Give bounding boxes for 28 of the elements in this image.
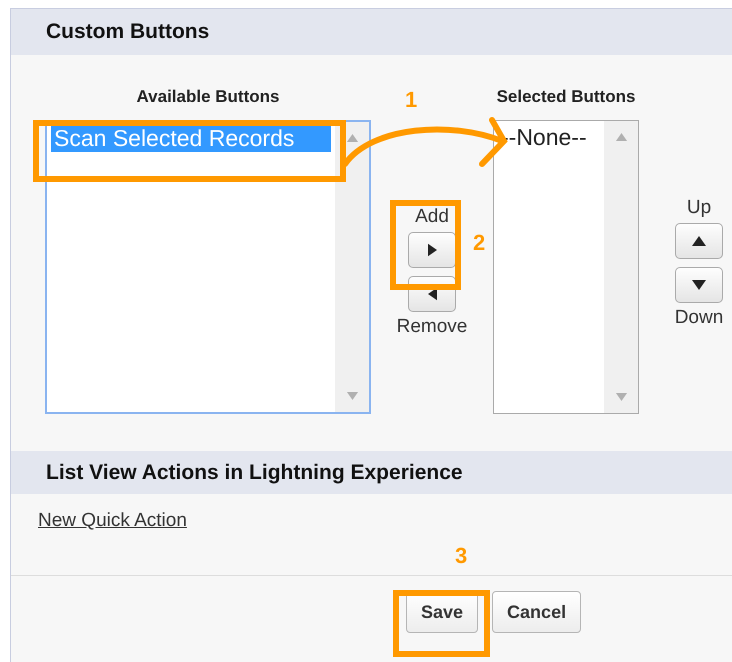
- scrollbar[interactable]: [335, 122, 369, 412]
- up-label: Up: [686, 197, 712, 219]
- down-button[interactable]: [675, 267, 723, 303]
- step-number: 1: [405, 88, 418, 112]
- scroll-down-icon: [614, 393, 628, 401]
- list-label: Selected Buttons: [496, 87, 636, 108]
- down-triangle-icon: [691, 280, 707, 290]
- left-triangle-icon: [428, 287, 436, 301]
- list-label: Available Buttons: [136, 87, 280, 108]
- down-label: Down: [674, 307, 724, 329]
- footer-button[interactable]: Cancel: [492, 591, 582, 633]
- scroll-down-icon: [346, 392, 358, 400]
- scroll-up-icon: [614, 133, 628, 141]
- list-option[interactable]: --None--: [498, 124, 600, 151]
- section-header: List View Actions in Lightning Experience: [11, 451, 732, 494]
- up-button[interactable]: [675, 223, 723, 259]
- scroll-up-icon: [346, 134, 358, 142]
- section-header: Custom Buttons: [11, 9, 732, 55]
- add-label: Add: [415, 206, 449, 228]
- remove-label: Remove: [396, 316, 468, 338]
- step-number: 2: [473, 231, 486, 255]
- new-quick-action-link[interactable]: New Quick Action: [38, 510, 187, 531]
- add-button[interactable]: [408, 232, 456, 268]
- right-triangle-icon: [428, 243, 436, 257]
- listbox[interactable]: --None--: [493, 120, 639, 414]
- scrollbar[interactable]: [604, 121, 638, 413]
- up-triangle-icon: [691, 236, 707, 246]
- step-number: 3: [455, 544, 468, 568]
